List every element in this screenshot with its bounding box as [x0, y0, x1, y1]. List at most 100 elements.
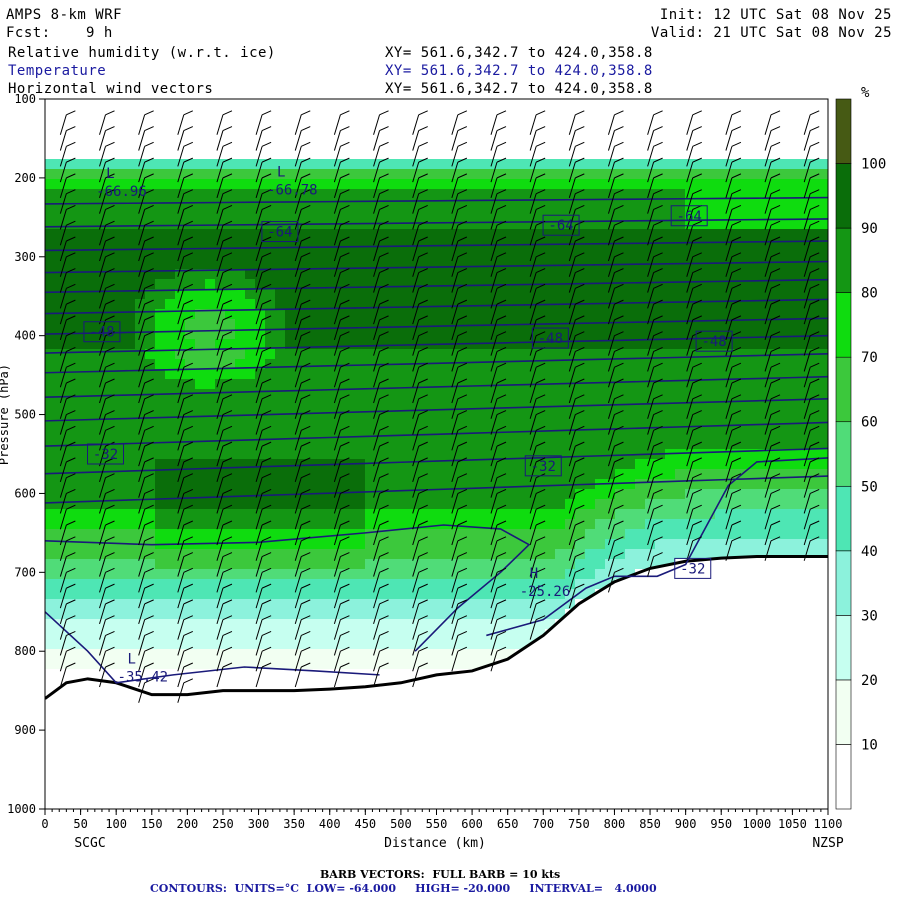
- rh-cell: [315, 359, 325, 369]
- rh-cell: [655, 339, 665, 349]
- rh-cell: [395, 189, 405, 199]
- rh-cell: [285, 459, 295, 469]
- rh-cell: [545, 259, 555, 269]
- rh-cell: [265, 459, 275, 469]
- rh-cell: [545, 559, 555, 569]
- rh-cell: [435, 649, 445, 659]
- cross-section-chart: -64 -64-64-48 -48 -48-32-32-32L-66.96L-66.7…: [0, 85, 886, 851]
- rh-cell: [385, 459, 395, 469]
- rh-cell: [195, 609, 205, 619]
- rh-cell: [315, 579, 325, 589]
- rh-cell: [705, 539, 715, 549]
- rh-cell: [755, 169, 765, 179]
- rh-cell: [625, 369, 635, 379]
- rh-cell: [595, 559, 605, 569]
- rh-cell: [265, 319, 275, 329]
- rh-cell: [65, 339, 75, 349]
- rh-cell: [825, 489, 828, 499]
- rh-cell: [475, 269, 485, 279]
- rh-cell: [755, 519, 765, 529]
- rh-cell: [115, 409, 125, 419]
- rh-cell: [675, 269, 685, 279]
- rh-cell: [695, 309, 705, 319]
- rh-cell: [595, 379, 605, 389]
- rh-cell: [285, 269, 295, 279]
- rh-cell: [205, 179, 215, 189]
- rh-cell: [125, 409, 135, 419]
- rh-cell: [155, 479, 165, 489]
- rh-cell: [125, 529, 135, 539]
- rh-cell: [755, 289, 765, 299]
- rh-cell: [815, 469, 825, 479]
- rh-cell: [105, 619, 115, 629]
- rh-cell: [505, 229, 515, 239]
- rh-cell: [155, 549, 165, 559]
- rh-cell: [85, 429, 95, 439]
- rh-cell: [215, 349, 225, 359]
- rh-cell: [635, 269, 645, 279]
- rh-cell: [815, 179, 825, 189]
- rh-cell: [475, 549, 485, 559]
- rh-cell: [795, 529, 805, 539]
- rh-cell: [635, 209, 645, 219]
- rh-cell: [825, 509, 828, 519]
- rh-cell: [95, 359, 105, 369]
- rh-cell: [45, 159, 55, 169]
- rh-cell: [225, 349, 235, 359]
- rh-cell: [585, 199, 595, 209]
- rh-cell: [595, 319, 605, 329]
- rh-cell: [655, 229, 665, 239]
- rh-cell: [615, 189, 625, 199]
- rh-cell: [205, 369, 215, 379]
- rh-cell: [395, 429, 405, 439]
- rh-cell: [75, 539, 85, 549]
- rh-cell: [475, 179, 485, 189]
- rh-cell: [305, 659, 315, 669]
- rh-cell: [585, 419, 595, 429]
- rh-cell: [705, 299, 715, 309]
- rh-cell: [675, 359, 685, 369]
- rh-cell: [265, 509, 275, 519]
- rh-cell: [745, 229, 755, 239]
- rh-cell: [815, 409, 825, 419]
- rh-cell: [185, 559, 195, 569]
- rh-cell: [755, 339, 765, 349]
- rh-cell: [685, 269, 695, 279]
- rh-cell: [425, 629, 435, 639]
- rh-cell: [115, 599, 125, 609]
- rh-cell: [245, 579, 255, 589]
- rh-cell: [45, 519, 55, 529]
- rh-cell: [125, 329, 135, 339]
- rh-cell: [325, 599, 335, 609]
- rh-cell: [465, 569, 475, 579]
- rh-cell: [125, 419, 135, 429]
- rh-cell: [635, 519, 645, 529]
- rh-cell: [595, 359, 605, 369]
- rh-cell: [505, 299, 515, 309]
- rh-cell: [425, 649, 435, 659]
- x-axis-label: Distance (km): [384, 836, 486, 851]
- rh-cell: [115, 379, 125, 389]
- rh-cell: [785, 429, 795, 439]
- rh-cell: [675, 489, 685, 499]
- rh-cell: [215, 159, 225, 169]
- rh-cell: [825, 219, 828, 229]
- rh-cell: [365, 159, 375, 169]
- rh-cell: [285, 299, 295, 309]
- rh-cell: [715, 269, 725, 279]
- rh-cell: [265, 259, 275, 269]
- rh-cell: [105, 659, 115, 669]
- rh-cell: [715, 169, 725, 179]
- rh-cell: [705, 359, 715, 369]
- rh-cell: [755, 499, 765, 509]
- rh-cell: [625, 389, 635, 399]
- rh-cell: [115, 569, 125, 579]
- rh-cell: [465, 329, 475, 339]
- rh-cell: [265, 489, 275, 499]
- rh-cell: [45, 179, 55, 189]
- rh-cell: [515, 189, 525, 199]
- rh-cell: [425, 239, 435, 249]
- rh-cell: [535, 179, 545, 189]
- rh-cell: [235, 569, 245, 579]
- rh-cell: [745, 179, 755, 189]
